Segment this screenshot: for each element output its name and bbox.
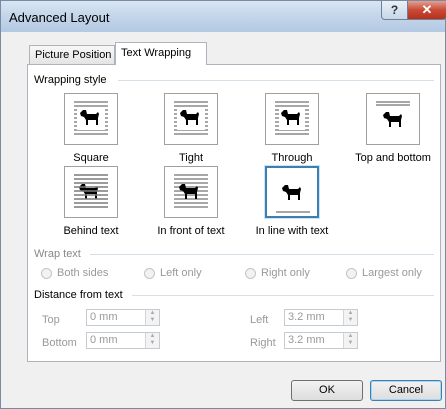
- ok-button[interactable]: OK: [291, 380, 363, 401]
- wrapping-style-heading: Wrapping style: [34, 74, 107, 86]
- dialog-title: Advanced Layout: [9, 10, 110, 25]
- in-front-of-text-icon: [174, 174, 208, 208]
- tab-text-wrapping[interactable]: Text Wrapping: [115, 42, 207, 65]
- wrap-option-behind-text[interactable]: [64, 166, 118, 218]
- distance-group: Distance from text: [34, 289, 434, 301]
- distance-heading: Distance from text: [34, 289, 123, 301]
- radio-both-sides[interactable]: Both sides: [41, 267, 108, 279]
- left-distance-input[interactable]: 3.2 mm ▲ ▼: [284, 309, 358, 326]
- wrap-option-label-in-line-with-text: In line with text: [255, 225, 329, 237]
- title-bar: Advanced Layout ? ✕: [1, 1, 446, 32]
- wrap-option-label-square: Square: [73, 152, 109, 164]
- wrap-text-heading: Wrap text: [34, 248, 81, 260]
- top-distance-input[interactable]: 0 mm ▲ ▼: [86, 309, 160, 326]
- behind-text-icon: [74, 174, 108, 208]
- tight-icon: [174, 101, 208, 135]
- bottom-distance-input[interactable]: 0 mm ▲ ▼: [86, 332, 160, 349]
- wrap-option-in-front-of-text[interactable]: [164, 166, 218, 218]
- wrap-option-square[interactable]: [64, 93, 118, 145]
- top-label: Top: [42, 314, 60, 326]
- wrap-option-top-and-bottom[interactable]: [366, 93, 420, 145]
- left-label: Left: [250, 314, 269, 326]
- wrap-option-label-tight: Tight: [178, 152, 204, 164]
- right-distance-input[interactable]: 3.2 mm ▲ ▼: [284, 332, 358, 349]
- bottom-label: Bottom: [42, 337, 77, 349]
- radio-largest-only[interactable]: Largest only: [346, 267, 422, 279]
- in-line-with-text-icon: [276, 185, 310, 213]
- wrap-option-tight[interactable]: [164, 93, 218, 145]
- wrap-text-group: Wrap text: [34, 248, 434, 260]
- square-icon: [74, 101, 108, 135]
- help-button[interactable]: ?: [381, 1, 408, 20]
- wrap-option-label-through: Through: [271, 152, 313, 164]
- advanced-layout-dialog: Advanced Layout ? ✕ Picture Position Tex…: [0, 0, 446, 409]
- wrap-option-through[interactable]: [265, 93, 319, 145]
- cancel-button[interactable]: Cancel: [370, 380, 442, 401]
- wrap-option-in-line-with-text[interactable]: [264, 165, 320, 219]
- wrap-option-label-in-front-of-text: In front of text: [157, 225, 225, 237]
- wrapping-style-group: Wrapping style: [34, 74, 434, 86]
- wrap-option-label-behind-text: Behind text: [63, 225, 119, 237]
- top-and-bottom-icon: [376, 101, 410, 127]
- tab-picture-position[interactable]: Picture Position: [29, 45, 115, 64]
- text-wrapping-panel: Wrapping style Square Tight Through Top and…: [27, 64, 441, 362]
- right-label: Right: [250, 337, 276, 349]
- close-button[interactable]: ✕: [407, 1, 446, 20]
- radio-left-only[interactable]: Left only: [144, 267, 202, 279]
- through-icon: [275, 101, 309, 135]
- wrap-option-label-top-and-bottom: Top and bottom: [355, 152, 431, 164]
- radio-right-only[interactable]: Right only: [245, 267, 310, 279]
